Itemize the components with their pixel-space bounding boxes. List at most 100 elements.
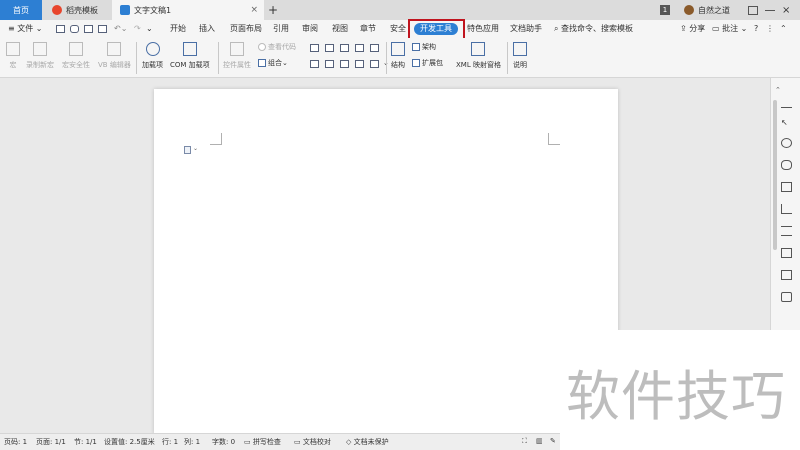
- chevron-down-icon: ⌄: [282, 59, 288, 67]
- save-icon[interactable]: [56, 25, 65, 33]
- xml-pane-icon: [471, 42, 486, 56]
- pen-icon[interactable]: [781, 98, 792, 108]
- toolbar-divider: [218, 42, 219, 74]
- table-icon[interactable]: [781, 182, 792, 192]
- tab-document[interactable]: 文字文稿1 ×: [112, 0, 264, 20]
- group-box-control-icon[interactable]: [340, 60, 349, 68]
- date-picker-control-icon[interactable]: [310, 60, 319, 68]
- format-painter-icon[interactable]: [70, 25, 79, 33]
- proofread-button[interactable]: ▭ 文档校对: [294, 437, 331, 447]
- control-properties-icon: [230, 42, 244, 56]
- xml-pane-button[interactable]: XML 映射窗格: [456, 42, 501, 70]
- proofread-icon: ▭: [294, 438, 301, 446]
- macro-security-label: 宏安全性: [62, 61, 90, 69]
- checkbox-control-icon[interactable]: [325, 60, 334, 68]
- tab-view[interactable]: 视图: [332, 20, 348, 38]
- vertical-scrollbar-thumb[interactable]: [773, 100, 777, 250]
- combo-box-control-icon[interactable]: [355, 44, 364, 52]
- collapse-ribbon-icon[interactable]: ⌃: [780, 20, 787, 38]
- com-addins-label: COM 加载项: [170, 61, 210, 69]
- chevron-down-icon[interactable]: ⌄: [193, 145, 198, 152]
- file-menu-label: 文件: [17, 24, 34, 33]
- edit-mode-icon[interactable]: ✎: [550, 437, 556, 445]
- tab-chapter[interactable]: 章节: [360, 20, 376, 38]
- macro-security-button[interactable]: 宏安全性: [62, 42, 90, 70]
- dropdown-control-icon[interactable]: [370, 44, 379, 52]
- file-menu[interactable]: ≡ 文件 ⌄: [8, 20, 43, 38]
- spell-check-button[interactable]: ▭ 拼写检查: [244, 437, 281, 447]
- tab-doc-assistant[interactable]: 文档助手: [510, 20, 542, 38]
- document-list-icon[interactable]: [781, 248, 792, 258]
- addins-button[interactable]: 加载项: [142, 42, 163, 70]
- group-button[interactable]: 组合 ⌄: [258, 58, 288, 68]
- building-block-control-icon[interactable]: [355, 60, 364, 68]
- status-pages: 页面: 1/1: [36, 438, 66, 446]
- cursor-select-icon[interactable]: ↖: [781, 118, 792, 128]
- paragraph-layout-icon[interactable]: [184, 146, 191, 154]
- gear-icon: [145, 42, 160, 56]
- tab-review[interactable]: 审阅: [302, 20, 318, 38]
- structure-label: 结构: [391, 61, 405, 69]
- fullscreen-icon[interactable]: ⛶: [522, 437, 527, 446]
- expansion-pack-button[interactable]: 扩展包: [412, 58, 443, 68]
- more-icon[interactable]: ⋮: [766, 20, 774, 38]
- close-window-icon[interactable]: ×: [782, 5, 790, 16]
- window-controls: ×: [748, 0, 790, 20]
- structure-button[interactable]: 结构: [391, 42, 405, 70]
- help-button[interactable]: ?: [754, 20, 758, 38]
- user-account[interactable]: 自然之道: [684, 0, 730, 20]
- redo-icon[interactable]: ↷: [134, 20, 141, 38]
- tab-references[interactable]: 引用: [273, 20, 289, 38]
- record-macro-icon: [33, 42, 47, 56]
- legacy-control-icon[interactable]: [370, 60, 379, 68]
- tab-page-layout[interactable]: 页面布局: [230, 20, 262, 38]
- tab-document-label: 文字文稿1: [134, 5, 172, 15]
- tab-template[interactable]: 稻壳模板: [44, 0, 110, 20]
- tab-security[interactable]: 安全: [390, 20, 406, 38]
- chart-icon[interactable]: [781, 204, 792, 214]
- help-doc-button[interactable]: 说明: [513, 42, 527, 70]
- share-button[interactable]: ⇪ 分享: [680, 20, 705, 38]
- close-tab-icon[interactable]: ×: [250, 5, 258, 15]
- chevron-up-icon[interactable]: ⌃: [775, 86, 781, 94]
- document-page[interactable]: ⌄: [154, 89, 618, 434]
- tab-featured-apps[interactable]: 特色应用: [467, 20, 499, 38]
- com-addins-button[interactable]: COM 加载项: [170, 42, 210, 70]
- shapes-icon[interactable]: [781, 138, 792, 148]
- command-search[interactable]: ⌕ 查找命令、搜索模板: [554, 20, 633, 38]
- style-icon[interactable]: [781, 160, 792, 170]
- view-code-button[interactable]: 查看代码: [258, 42, 296, 52]
- control-properties-button[interactable]: 控件属性: [223, 42, 251, 70]
- tab-home[interactable]: 首页: [0, 0, 42, 20]
- restore-layout-icon[interactable]: [748, 5, 758, 15]
- schema-button[interactable]: 架构: [412, 42, 436, 52]
- schema-label: 架构: [422, 43, 436, 51]
- export-icon[interactable]: [781, 270, 792, 280]
- protection-status[interactable]: ◇ 文档未保护: [346, 437, 389, 447]
- toolbar-divider: [386, 42, 387, 74]
- print-icon[interactable]: [84, 25, 93, 33]
- new-tab-button[interactable]: +: [266, 0, 280, 20]
- tab-insert[interactable]: 插入: [199, 20, 215, 38]
- comment-button[interactable]: ▭ 批注 ⌄: [712, 20, 747, 38]
- settings-sliders-icon[interactable]: [781, 226, 792, 236]
- record-macro-button[interactable]: 录制新宏: [26, 42, 54, 70]
- quick-access-more-icon[interactable]: ⌄: [146, 20, 153, 38]
- vb-editor-button[interactable]: VB 编辑器: [98, 42, 131, 70]
- print-preview-icon[interactable]: [98, 25, 107, 33]
- search-icon: ⌕: [554, 24, 559, 33]
- expansion-pack-label: 扩展包: [422, 59, 443, 67]
- minimize-icon[interactable]: [765, 9, 775, 11]
- developer-toolbar: 宏 录制新宏 宏安全性 VB 编辑器 加载项 COM 加载项 控件属性 查看代码…: [0, 38, 800, 78]
- macro-button[interactable]: 宏: [6, 42, 20, 70]
- toolbar-divider: [507, 42, 508, 74]
- spell-check-icon: ▭: [244, 438, 251, 446]
- rich-text-control-icon[interactable]: [325, 44, 334, 52]
- tab-start[interactable]: 开始: [170, 20, 186, 38]
- undo-icon[interactable]: ↶⌄: [114, 20, 127, 38]
- share-link-icon[interactable]: [781, 292, 792, 302]
- picture-control-icon[interactable]: [340, 44, 349, 52]
- highlight-annotation-box: [408, 19, 465, 40]
- text-control-icon[interactable]: [310, 44, 319, 52]
- reading-mode-icon[interactable]: ▥: [536, 437, 543, 445]
